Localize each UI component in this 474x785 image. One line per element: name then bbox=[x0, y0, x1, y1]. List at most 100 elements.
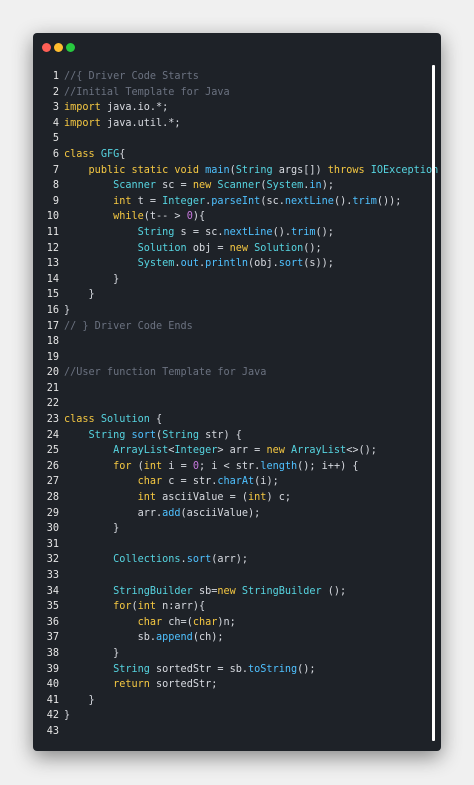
code-token: Scanner bbox=[113, 180, 157, 192]
line-number: 18 bbox=[46, 336, 59, 348]
code-token: Solution bbox=[100, 414, 150, 426]
code-token: ( bbox=[131, 460, 144, 472]
code-token: (). bbox=[333, 195, 353, 207]
code-token: out bbox=[180, 258, 199, 270]
line-number: 23 bbox=[46, 414, 59, 426]
code-token: arr. bbox=[64, 507, 163, 519]
code-token: sortedStr; bbox=[149, 679, 218, 691]
line-number: 38 bbox=[46, 647, 59, 659]
code-token: System bbox=[266, 180, 304, 192]
code-token: sort bbox=[186, 554, 212, 566]
line-source: public static void main(String args[]) t… bbox=[64, 163, 441, 179]
line-source: sb.append(ch); bbox=[64, 630, 224, 646]
code-line: 1 //{ Driver Code Starts bbox=[33, 69, 441, 85]
code-token: StringBuilder bbox=[241, 585, 322, 597]
window-titlebar bbox=[33, 33, 441, 63]
code-token: } bbox=[64, 647, 120, 659]
code-token: import bbox=[64, 102, 101, 114]
code-line: 28 int asciiValue = (int) c; bbox=[33, 490, 441, 506]
line-source: StringBuilder sb=new StringBuilder (); bbox=[64, 584, 346, 600]
code-token: trim bbox=[290, 226, 316, 238]
code-token: i = bbox=[162, 460, 193, 472]
maximize-dot-icon[interactable] bbox=[66, 43, 75, 52]
code-token: ){ bbox=[192, 211, 206, 223]
line-source: } bbox=[64, 521, 119, 537]
code-token: sort bbox=[278, 258, 304, 270]
code-token: nextLine bbox=[223, 226, 273, 238]
code-line: 12 Solution obj = new Solution(); bbox=[33, 241, 441, 257]
code-line: 23 class Solution { bbox=[33, 412, 441, 428]
line-source: System.out.println(obj.sort(s)); bbox=[64, 256, 334, 272]
code-token: parseInt bbox=[211, 195, 261, 207]
code-token: for bbox=[113, 601, 132, 613]
line-source: import java.io.*; bbox=[64, 100, 168, 116]
code-token: (s)); bbox=[303, 258, 334, 270]
code-token: } bbox=[64, 304, 71, 316]
code-line: 2 //Initial Template for Java bbox=[33, 85, 441, 101]
line-number: 12 bbox=[46, 242, 59, 254]
code-token: ; i < str. bbox=[198, 460, 261, 472]
code-line: 41 } bbox=[33, 693, 441, 709]
code-token: sc = bbox=[156, 180, 193, 192]
code-token: StringBuilder bbox=[113, 585, 193, 597]
line-source: String sort(String str) { bbox=[64, 428, 242, 444]
code-token: String bbox=[137, 226, 175, 238]
code-token: toString bbox=[248, 663, 298, 675]
code-token: //User function Template for Java bbox=[64, 367, 267, 379]
scrollbar[interactable] bbox=[432, 65, 435, 741]
code-line: 13 System.out.println(obj.sort(s)); bbox=[33, 256, 441, 272]
line-source: for(int n:arr){ bbox=[64, 599, 205, 615]
code-line: 10 while(t-- > 0){ bbox=[33, 209, 441, 225]
line-number: 27 bbox=[46, 476, 59, 488]
code-line: 21 bbox=[33, 381, 441, 397]
line-number: 32 bbox=[46, 554, 59, 566]
code-editor[interactable]: 1 //{ Driver Code Starts 2 //Initial Templa… bbox=[33, 69, 441, 740]
code-token: ); bbox=[321, 180, 334, 192]
code-token: obj = bbox=[186, 242, 230, 254]
line-number: 9 bbox=[52, 195, 59, 207]
line-number: 16 bbox=[46, 304, 59, 316]
code-token: import bbox=[64, 117, 101, 129]
code-token: c = str. bbox=[162, 476, 218, 488]
code-token: (asciiValue); bbox=[180, 507, 261, 519]
code-line: 32 Collections.sort(arr); bbox=[33, 552, 441, 568]
code-token: append bbox=[156, 632, 193, 644]
line-number: 10 bbox=[46, 211, 59, 223]
code-line: 43 bbox=[33, 724, 441, 740]
line-number: 20 bbox=[46, 367, 59, 379]
line-number: 25 bbox=[46, 445, 59, 457]
code-line: 35 for(int n:arr){ bbox=[33, 599, 441, 615]
code-token: int bbox=[137, 601, 157, 613]
line-number: 40 bbox=[46, 679, 59, 691]
close-dot-icon[interactable] bbox=[42, 43, 51, 52]
line-source: } bbox=[64, 708, 70, 724]
code-token: asciiValue = ( bbox=[156, 492, 249, 504]
code-token: int bbox=[113, 195, 132, 207]
code-token: int bbox=[248, 492, 267, 504]
code-token: args[]) bbox=[272, 164, 328, 176]
code-line: 4 import java.util.*; bbox=[33, 116, 441, 132]
line-source: char ch=(char)n; bbox=[64, 615, 236, 631]
code-token: new bbox=[229, 242, 249, 254]
minimize-dot-icon[interactable] bbox=[54, 43, 63, 52]
code-line: 14 } bbox=[33, 272, 441, 288]
line-source: // } Driver Code Ends bbox=[64, 319, 193, 335]
code-line: 9 int t = Integer.parseInt(sc.nextLine()… bbox=[33, 194, 441, 210]
line-source: //Initial Template for Java bbox=[64, 85, 230, 101]
line-number: 5 bbox=[52, 133, 59, 145]
code-token: return bbox=[113, 679, 150, 691]
code-token: (); i++) { bbox=[297, 460, 359, 472]
code-token: int bbox=[143, 460, 163, 472]
code-token: (); bbox=[321, 585, 347, 597]
code-line: 15 } bbox=[33, 287, 441, 303]
code-token: > arr = bbox=[217, 445, 267, 457]
code-line: 27 char c = str.charAt(i); bbox=[33, 474, 441, 490]
